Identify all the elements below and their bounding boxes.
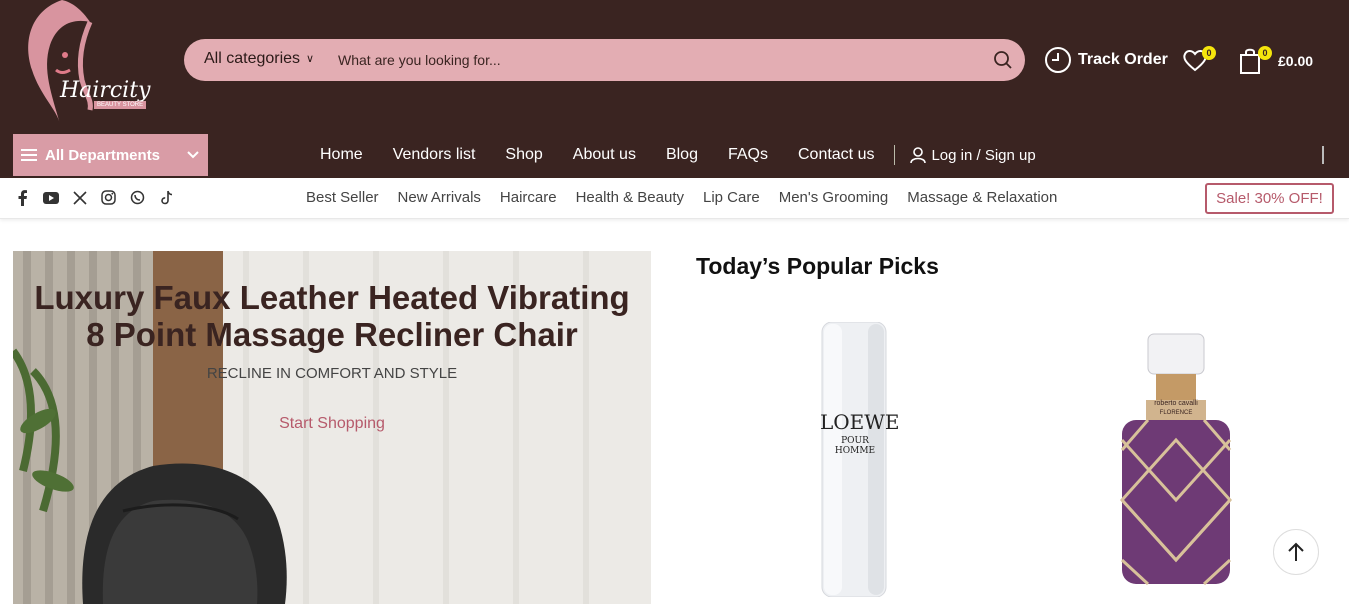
start-shopping-link[interactable]: Start Shopping bbox=[13, 415, 651, 433]
product-brand-cavalli: roberto cavalli bbox=[1154, 400, 1198, 407]
nav-shop[interactable]: Shop bbox=[505, 146, 542, 164]
brand-logo[interactable]: Haircity BEAUTY STORE bbox=[12, 0, 167, 124]
clock-icon bbox=[1045, 47, 1071, 73]
product-card-loewe[interactable]: LOEWE POUR HOMME bbox=[818, 321, 900, 602]
category-mens-grooming[interactable]: Men's Grooming bbox=[779, 189, 889, 206]
hero-title-line1: Luxury Faux Leather Heated Vibrating bbox=[34, 279, 630, 316]
wishlist-button[interactable]: 0 bbox=[1181, 46, 1216, 74]
menu-icon bbox=[21, 149, 37, 161]
wishlist-count-badge: 0 bbox=[1202, 46, 1216, 60]
nav-vendors-list[interactable]: Vendors list bbox=[393, 146, 476, 164]
track-order-link[interactable]: Track Order bbox=[1044, 46, 1168, 74]
nav-divider-right bbox=[1322, 146, 1324, 164]
category-new-arrivals[interactable]: New Arrivals bbox=[398, 189, 481, 206]
hero-title-line2: 8 Point Massage Recliner Chair bbox=[86, 316, 578, 353]
product-name-cavalli: FLORENCE bbox=[1159, 410, 1193, 416]
nav-faqs[interactable]: FAQs bbox=[728, 146, 768, 164]
category-massage-relaxation[interactable]: Massage & Relaxation bbox=[907, 189, 1057, 206]
hero-title: Luxury Faux Leather Heated Vibrating 8 Po… bbox=[13, 279, 651, 353]
login-signup-label: Log in / Sign up bbox=[931, 146, 1036, 164]
category-select[interactable]: All categories ∨ bbox=[204, 50, 314, 68]
main-navigation: Home Vendors list Shop About us Blog FAQ… bbox=[320, 145, 1036, 165]
category-haircare[interactable]: Haircare bbox=[500, 189, 557, 206]
search-input[interactable] bbox=[338, 47, 958, 73]
all-departments-button[interactable]: All Departments bbox=[13, 134, 208, 176]
cart-button[interactable]: 0 £0.00 bbox=[1238, 46, 1313, 76]
sale-badge-button[interactable]: Sale! 30% OFF! bbox=[1205, 183, 1334, 214]
category-health-beauty[interactable]: Health & Beauty bbox=[576, 189, 684, 206]
login-signup-link[interactable]: Log in / Sign up bbox=[909, 146, 1036, 164]
hero-banner: Luxury Faux Leather Heated Vibrating 8 Po… bbox=[13, 251, 651, 604]
hero-subtitle: RECLINE IN COMFORT AND STYLE bbox=[206, 365, 458, 382]
category-select-label: All categories bbox=[204, 50, 301, 67]
social-links bbox=[13, 189, 187, 206]
chevron-down-icon bbox=[187, 151, 199, 159]
x-icon[interactable] bbox=[71, 189, 88, 206]
nav-about-us[interactable]: About us bbox=[573, 146, 636, 164]
whatsapp-icon[interactable] bbox=[129, 189, 146, 206]
cart-count-badge: 0 bbox=[1258, 46, 1272, 60]
cart-total: £0.00 bbox=[1278, 53, 1314, 69]
category-best-seller[interactable]: Best Seller bbox=[306, 189, 379, 206]
top-header: Haircity BEAUTY STORE All categories ∨ Tr… bbox=[0, 0, 1349, 178]
user-icon bbox=[910, 147, 927, 164]
category-lip-care[interactable]: Lip Care bbox=[703, 189, 760, 206]
instagram-icon[interactable] bbox=[100, 189, 117, 206]
chevron-down-icon: ∨ bbox=[306, 53, 315, 66]
search-bar: All categories ∨ bbox=[184, 39, 1025, 81]
category-links: Best Seller New Arrivals Haircare Health… bbox=[306, 189, 1076, 206]
product-image-loewe-spray bbox=[821, 321, 887, 598]
product-image-cavalli-perfume bbox=[1119, 333, 1233, 586]
facebook-icon[interactable] bbox=[13, 189, 30, 206]
brand-name: Haircity bbox=[60, 78, 151, 103]
back-to-top-button[interactable] bbox=[1273, 529, 1319, 575]
popular-picks-title: Today’s Popular Picks bbox=[696, 253, 939, 279]
all-departments-label: All Departments bbox=[45, 146, 161, 164]
product-name-loewe: POUR HOMME bbox=[834, 436, 876, 456]
search-icon[interactable] bbox=[993, 50, 1013, 70]
nav-home[interactable]: Home bbox=[320, 146, 363, 164]
product-card-roberto-cavalli[interactable]: roberto cavalli FLORENCE bbox=[1118, 330, 1234, 593]
brand-tagline: BEAUTY STORE bbox=[94, 101, 147, 109]
nav-contact-us[interactable]: Contact us bbox=[798, 146, 874, 164]
product-brand-loewe: LOEWE bbox=[820, 410, 900, 434]
nav-divider bbox=[894, 145, 896, 165]
category-bar: Best Seller New Arrivals Haircare Health… bbox=[0, 178, 1349, 219]
youtube-icon[interactable] bbox=[42, 189, 59, 206]
nav-blog[interactable]: Blog bbox=[666, 146, 698, 164]
tiktok-icon[interactable] bbox=[158, 189, 175, 206]
arrow-up-icon bbox=[1288, 542, 1304, 561]
track-order-label: Track Order bbox=[1078, 51, 1168, 68]
